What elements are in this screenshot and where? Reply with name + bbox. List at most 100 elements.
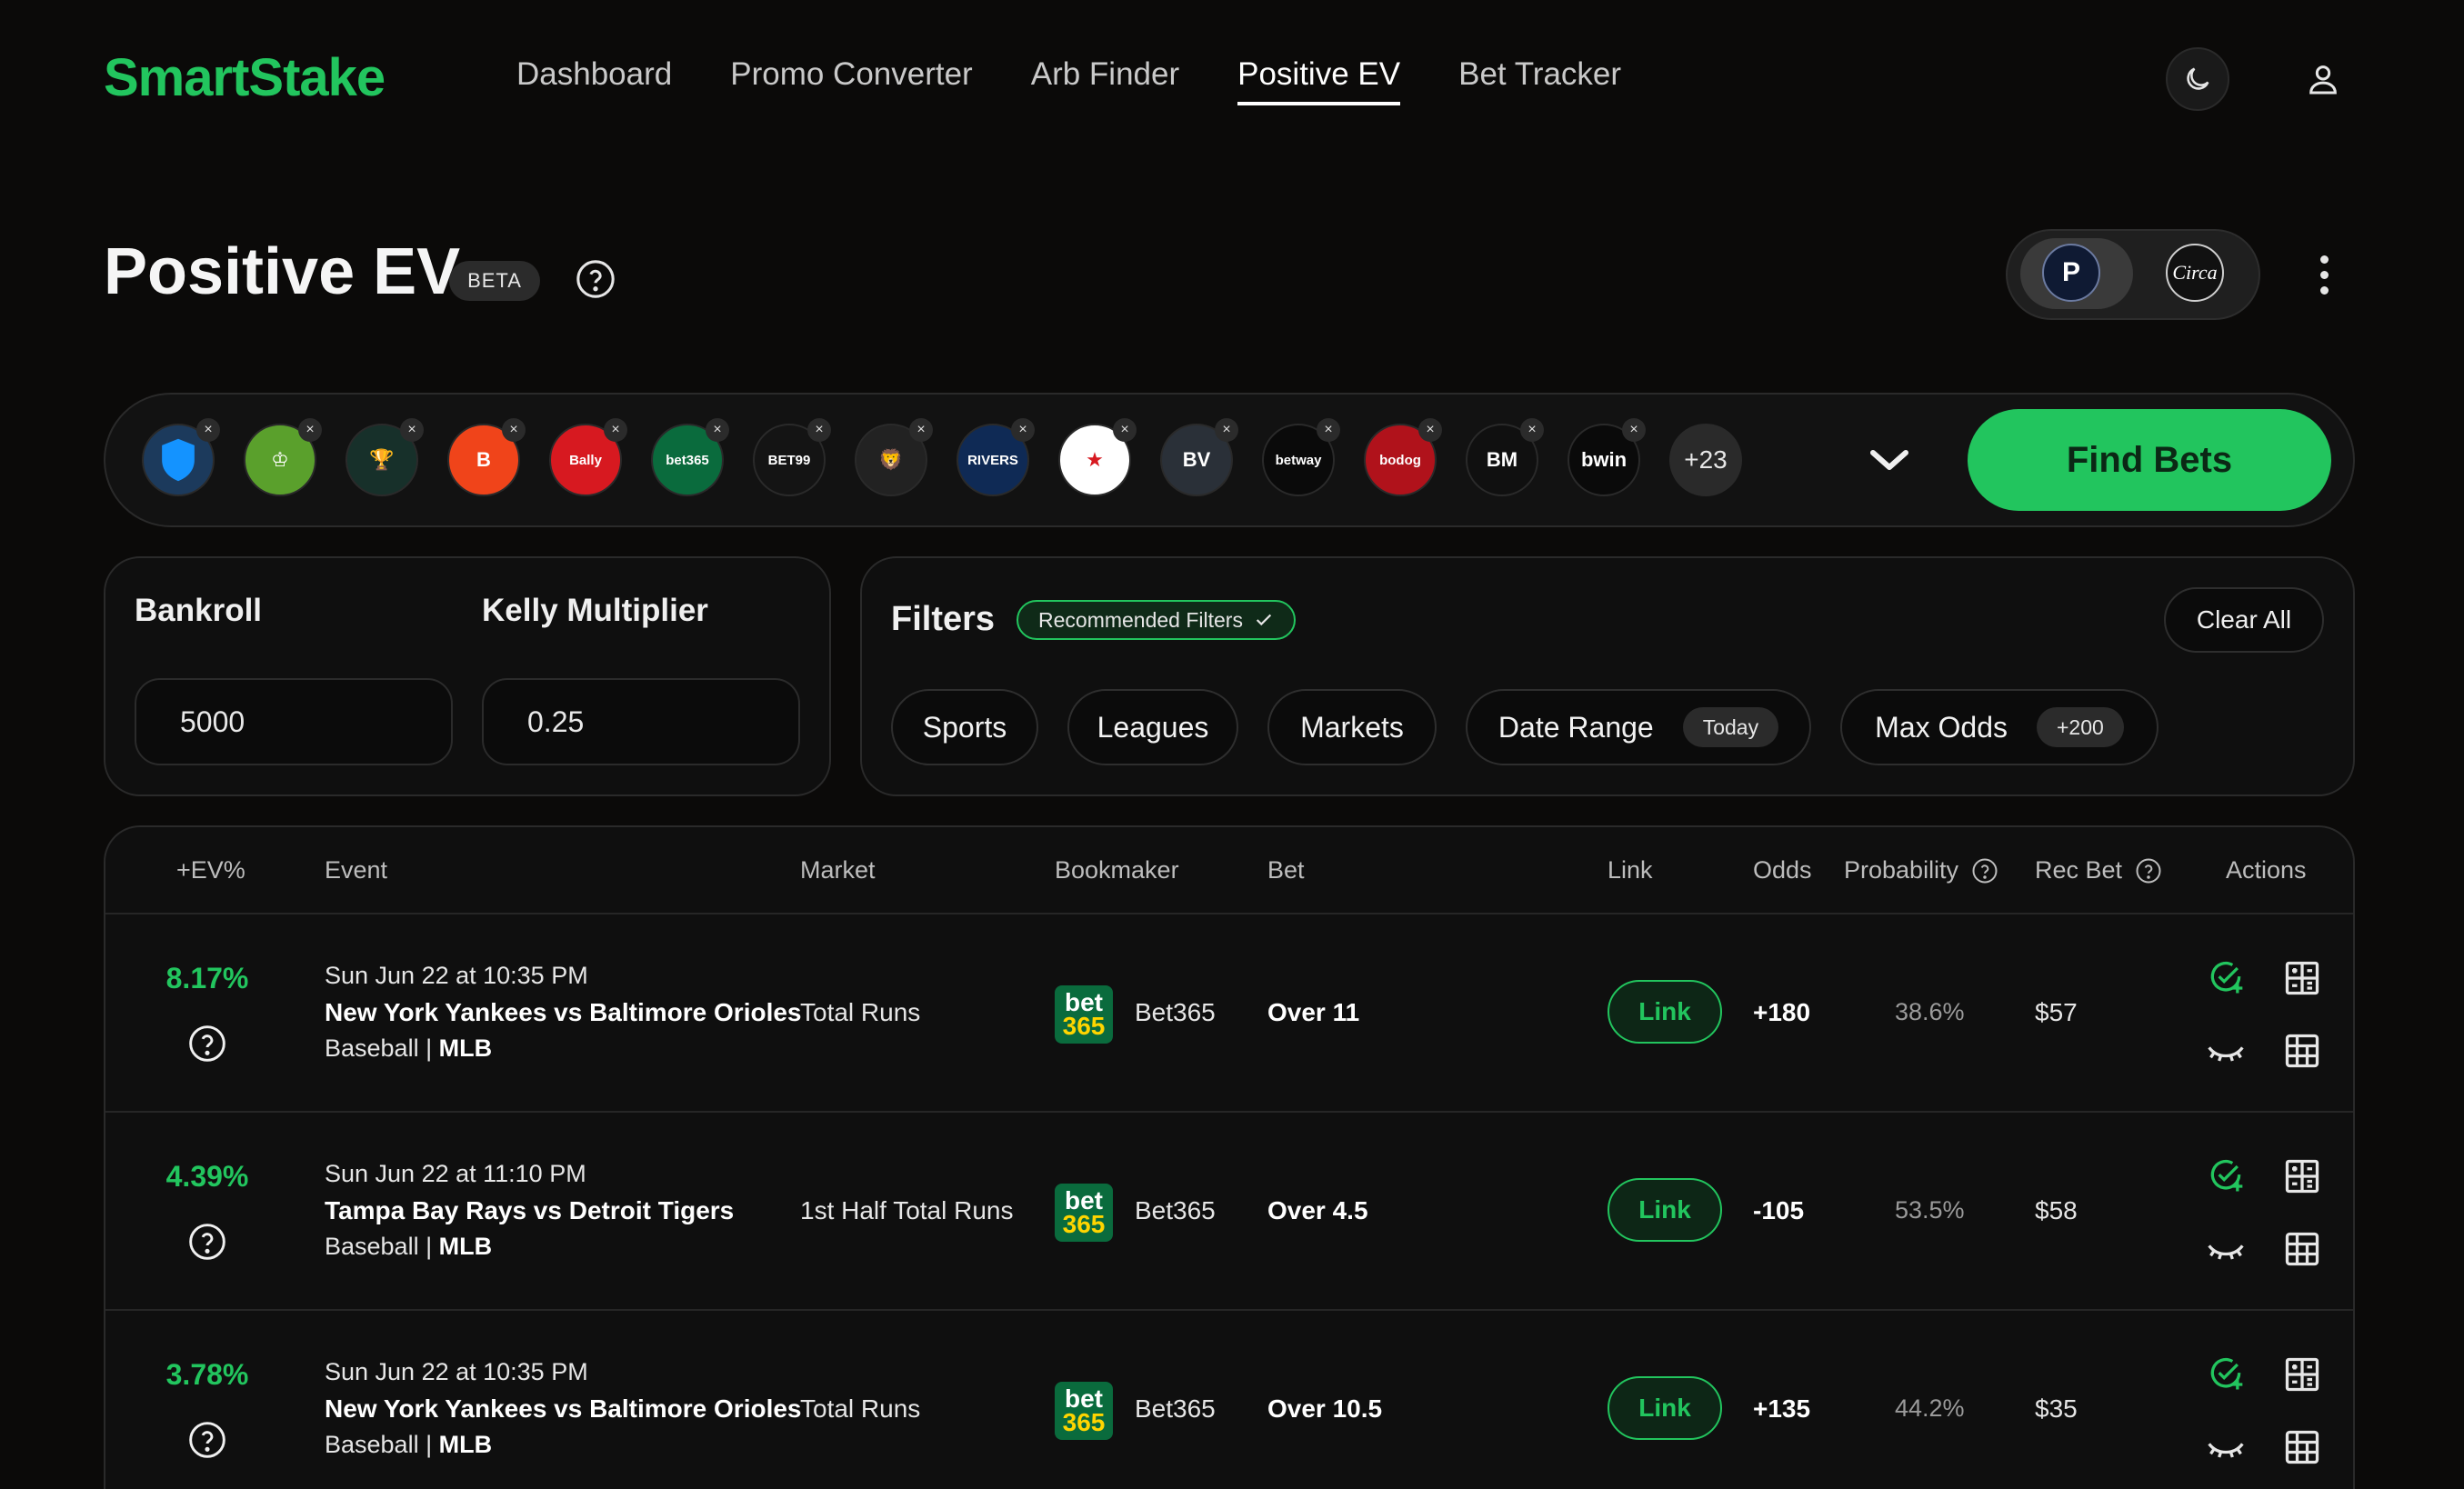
remove-book-icon[interactable]: × (909, 418, 933, 442)
help-icon[interactable] (575, 258, 616, 300)
hide-bet-icon[interactable] (2206, 1229, 2246, 1269)
remove-book-icon[interactable]: × (1113, 418, 1137, 442)
max-odds-value: +200 (2037, 707, 2124, 747)
help-icon[interactable] (187, 1222, 227, 1262)
event-name[interactable]: Tampa Bay Rays vs Detroit Tigers (325, 1196, 734, 1225)
top-navbar: SmartStake Dashboard Promo Converter Arb… (0, 0, 2464, 164)
remove-book-icon[interactable]: × (400, 418, 424, 442)
filter-max-odds[interactable]: Max Odds +200 (1840, 689, 2159, 765)
odds-table-icon[interactable] (2282, 1427, 2322, 1467)
remove-book-icon[interactable]: × (298, 418, 322, 442)
filter-markets[interactable]: Markets (1267, 689, 1437, 765)
recommended-filters-badge[interactable]: Recommended Filters (1017, 600, 1296, 640)
event-name[interactable]: New York Yankees vs Baltimore Orioles (325, 1394, 802, 1424)
event-date: Sun Jun 22 at 10:35 PM (325, 1358, 588, 1385)
header-probability[interactable]: Probability (1844, 856, 1998, 884)
hide-bet-icon[interactable] (2206, 1427, 2246, 1467)
remove-book-icon[interactable]: × (706, 418, 729, 442)
odds-cell: +180 (1753, 998, 1811, 1026)
event-sport: Baseball | (325, 1431, 439, 1458)
remove-book-icon[interactable]: × (1520, 418, 1544, 442)
more-books-chip[interactable]: +23 (1669, 424, 1742, 496)
nav-arb-finder[interactable]: Arb Finder (1031, 56, 1179, 105)
remove-book-icon[interactable]: × (196, 418, 220, 442)
help-icon[interactable] (187, 1024, 227, 1064)
event-date: Sun Jun 22 at 10:35 PM (325, 962, 588, 989)
event-date: Sun Jun 22 at 11:10 PM (325, 1160, 586, 1187)
kelly-multiplier-input[interactable] (482, 678, 800, 765)
filter-markets-label: Markets (1300, 710, 1404, 744)
nav-bet-tracker[interactable]: Bet Tracker (1458, 56, 1621, 105)
header-rec-bet[interactable]: Rec Bet (2035, 856, 2162, 884)
remove-book-icon[interactable]: × (604, 418, 627, 442)
nav-dashboard[interactable]: Dashboard (516, 56, 672, 105)
header-event[interactable]: Event (325, 856, 387, 884)
nav-positive-ev[interactable]: Positive EV (1237, 56, 1401, 105)
moon-icon (2187, 67, 2209, 90)
event-league: MLB (438, 1431, 493, 1458)
track-bet-icon[interactable] (2206, 958, 2246, 998)
chevron-down-icon[interactable] (1868, 442, 1911, 478)
help-icon[interactable] (2135, 857, 2162, 884)
bookmaker-name: Bet365 (1135, 998, 1216, 1026)
event-league: MLB (438, 1233, 493, 1260)
brand-logo[interactable]: SmartStake (104, 47, 386, 108)
event-league: MLB (438, 1034, 493, 1062)
odds-cell: -105 (1753, 1196, 1805, 1224)
help-icon[interactable] (187, 1420, 227, 1460)
market-cell: 1st Half Total Runs (800, 1196, 1014, 1224)
bet-link-button[interactable]: Link (1608, 1178, 1722, 1242)
bankroll-input[interactable] (135, 678, 453, 765)
header-actions: Actions (2226, 856, 2307, 884)
filter-leagues[interactable]: Leagues (1067, 689, 1238, 765)
bet-cell: Over 10.5 (1267, 1394, 1383, 1423)
bet-link-button[interactable]: Link (1608, 1376, 1722, 1440)
ev-percent: 4.39% (165, 1160, 249, 1193)
event-sport-league: Baseball | MLB (325, 1233, 492, 1261)
bet-link-button[interactable]: Link (1608, 980, 1722, 1044)
user-icon (2309, 65, 2337, 95)
rec-bet-cell: $35 (2035, 1394, 2078, 1423)
track-bet-icon[interactable] (2206, 1354, 2246, 1394)
nav-promo-converter[interactable]: Promo Converter (730, 56, 972, 105)
hide-bet-icon[interactable] (2206, 1031, 2246, 1071)
bookmaker-name: Bet365 (1135, 1196, 1216, 1224)
bankroll-label: Bankroll (135, 593, 263, 628)
date-range-value: Today (1682, 707, 1779, 747)
probability-cell: 44.2% (1895, 1394, 1965, 1422)
help-icon[interactable] (1971, 857, 1998, 884)
filter-sports[interactable]: Sports (891, 689, 1038, 765)
filter-date-range[interactable]: Date Range Today (1466, 689, 1811, 765)
remove-book-icon[interactable]: × (502, 418, 526, 442)
find-bets-button[interactable]: Find Bets (1968, 409, 2331, 511)
ev-percent: 3.78% (165, 1358, 249, 1391)
track-bet-icon[interactable] (2206, 1156, 2246, 1196)
header-bet[interactable]: Bet (1267, 856, 1305, 884)
toggle-option-p[interactable]: P (2042, 244, 2100, 302)
calculator-icon[interactable] (2282, 1156, 2322, 1196)
event-name[interactable]: New York Yankees vs Baltimore Orioles (325, 998, 802, 1027)
header-bookmaker[interactable]: Bookmaker (1055, 856, 1179, 884)
remove-book-icon[interactable]: × (807, 418, 831, 442)
clear-all-button[interactable]: Clear All (2164, 587, 2324, 653)
filter-date-range-label: Date Range (1497, 710, 1654, 744)
filters-title: Filters (891, 600, 996, 638)
calculator-icon[interactable] (2282, 958, 2322, 998)
header-market[interactable]: Market (800, 856, 876, 884)
remove-book-icon[interactable]: × (1215, 418, 1238, 442)
odds-cell: +135 (1753, 1394, 1811, 1423)
remove-book-icon[interactable]: × (1622, 418, 1646, 442)
header-ev[interactable]: +EV% (176, 856, 245, 884)
odds-table-icon[interactable] (2282, 1031, 2322, 1071)
bets-table (104, 825, 2355, 1489)
remove-book-icon[interactable]: × (1011, 418, 1035, 442)
odds-table-icon[interactable] (2282, 1229, 2322, 1269)
toggle-option-circa[interactable]: Circa (2166, 244, 2224, 302)
account-button[interactable] (2291, 47, 2355, 111)
remove-book-icon[interactable]: × (1317, 418, 1340, 442)
theme-toggle-button[interactable] (2166, 47, 2229, 111)
remove-book-icon[interactable]: × (1418, 418, 1442, 442)
calculator-icon[interactable] (2282, 1354, 2322, 1394)
more-options-icon[interactable] (2306, 249, 2342, 300)
header-odds[interactable]: Odds (1753, 856, 1812, 884)
